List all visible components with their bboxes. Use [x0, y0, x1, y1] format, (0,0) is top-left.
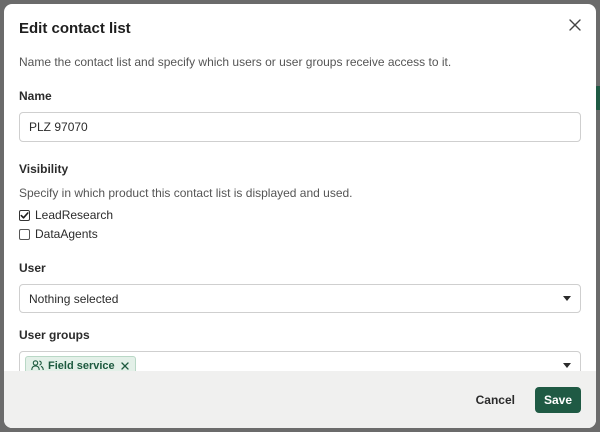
name-label: Name: [19, 89, 52, 103]
dialog-footer: Cancel Save: [4, 371, 596, 428]
checkbox-unchecked-icon[interactable]: [19, 228, 30, 240]
chevron-down-icon: [563, 363, 571, 368]
users-icon: [31, 360, 44, 371]
cancel-button[interactable]: Cancel: [470, 387, 521, 413]
user-select-value: Nothing selected: [29, 291, 119, 306]
checkbox-checked-icon[interactable]: [19, 209, 30, 221]
save-button[interactable]: Save: [534, 386, 581, 413]
checkbox-label: DataAgents: [35, 227, 98, 241]
dialog-body: Edit contact list Name the contact list …: [4, 4, 596, 380]
remove-chip-icon[interactable]: [121, 361, 129, 370]
visibility-helper-text: Specify in which product this contact li…: [19, 186, 353, 200]
chevron-down-icon: [563, 296, 571, 301]
close-icon: [569, 19, 581, 31]
edit-contact-list-dialog: Edit contact list Name the contact list …: [4, 4, 596, 428]
user-label: User: [19, 261, 46, 275]
name-input[interactable]: [19, 112, 581, 142]
close-button[interactable]: [564, 14, 586, 36]
checkbox-dataagents[interactable]: DataAgents: [19, 227, 581, 241]
checkbox-leadresearch[interactable]: LeadResearch: [19, 208, 581, 222]
user-group-chip-label: Field service: [48, 359, 115, 372]
visibility-label: Visibility: [19, 162, 69, 176]
user-groups-label: User groups: [19, 328, 90, 342]
dialog-title: Edit contact list: [19, 20, 131, 37]
checkbox-label: LeadResearch: [35, 208, 114, 222]
dialog-subtitle: Name the contact list and specify which …: [19, 55, 452, 69]
user-select[interactable]: Nothing selected: [19, 284, 581, 313]
